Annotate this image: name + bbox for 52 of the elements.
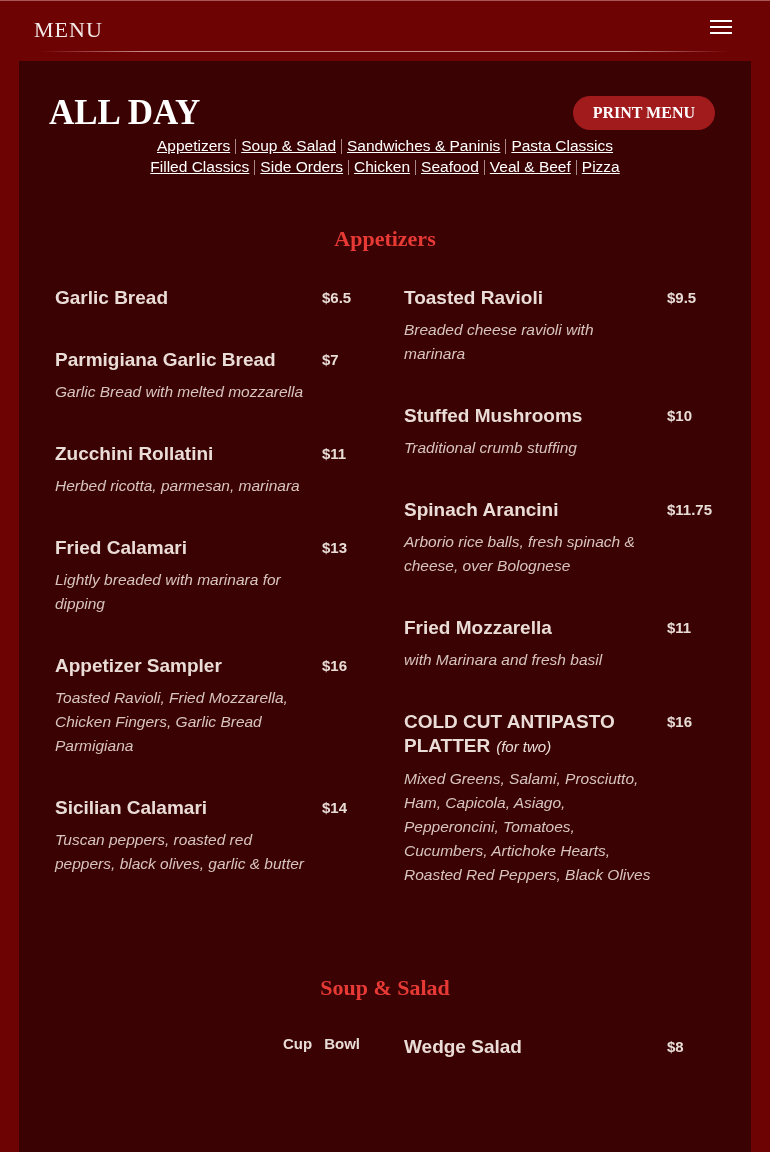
item-price: $7 <box>322 350 340 370</box>
page-title: ALL DAY <box>49 93 201 133</box>
category-link[interactable]: Side Orders <box>260 158 344 176</box>
size-header: Bowl <box>324 1035 360 1052</box>
item-price: $6.5 <box>322 288 353 308</box>
item-price: $13 <box>322 538 349 558</box>
item-price: $14 <box>322 798 349 818</box>
item-price: $11 <box>322 444 348 464</box>
item-description: Herbed ricotta, parmesan, marinara <box>55 476 301 496</box>
section-title: Appetizers <box>333 226 437 252</box>
item-name: Parmigiana Garlic Bread <box>55 349 276 370</box>
item-price: $10 <box>667 406 694 426</box>
item-price: $16 <box>322 656 349 676</box>
category-link[interactable]: Sandwiches & Paninis <box>347 137 501 155</box>
item-description: Breaded cheese ravioli with marinara <box>404 320 595 364</box>
item-description: Mixed Greens, Salami, Prosciutto, Ham, Capicola, Asiago, Pepperoncini, Tomatoes, Cucumbers, Artichoke Hearts, Roasted Red Peppers, Black Olives <box>404 769 652 885</box>
item-name: Stuffed Mushrooms <box>404 405 583 426</box>
item-name: Fried Calamari <box>55 537 187 558</box>
menu-icon[interactable] <box>710 20 732 34</box>
category-link[interactable]: Soup & Salad <box>241 137 336 155</box>
item-name: Spinach Arancini <box>404 499 559 520</box>
section-title: Soup & Salad <box>319 975 451 1001</box>
item-description: Arborio rice balls, fresh spinach & cheese, over Bolognese <box>404 532 636 576</box>
item-price: $9.5 <box>667 288 698 308</box>
header-title: MENU <box>34 17 103 43</box>
category-link[interactable]: Appetizers <box>156 137 231 155</box>
category-link[interactable]: Veal & Beef <box>489 158 571 176</box>
item-name: COLD CUT ANTIPASTO PLATTER (for two) <box>404 711 615 756</box>
item-name: Wedge Salad <box>404 1036 522 1057</box>
category-link[interactable]: Pizza <box>581 158 620 176</box>
item-price: $16 <box>667 712 694 732</box>
item-description: Lightly breaded with marinara for dipping <box>55 570 282 614</box>
item-description: Toasted Ravioli, Fried Mozzarella, Chicken Fingers, Garlic Bread Parmigiana <box>55 688 289 756</box>
item-price: $11.75 <box>667 500 714 520</box>
item-description: Garlic Bread with melted mozzarella <box>55 382 305 402</box>
item-name: Toasted Ravioli <box>404 287 543 308</box>
print-menu-button[interactable]: PRINT MENU <box>572 96 715 130</box>
item-description: Tuscan peppers, roasted red peppers, black olives, garlic & butter <box>55 830 306 874</box>
item-name: Sicilian Calamari <box>55 797 208 818</box>
size-header: Cup <box>283 1035 313 1052</box>
item-description: with Marinara and fresh basil <box>404 650 604 670</box>
category-link[interactable]: Chicken <box>354 158 411 176</box>
item-name: Appetizer Sampler <box>55 655 222 676</box>
item-name: Garlic Bread <box>55 287 168 308</box>
item-price: $8 <box>667 1037 685 1057</box>
item-price: $11 <box>667 618 693 638</box>
item-description: Traditional crumb stuffing <box>404 438 578 458</box>
category-link[interactable]: Filled Classics <box>150 158 250 176</box>
category-link[interactable]: Pasta Classics <box>511 137 614 155</box>
item-name: Zucchini Rollatini <box>55 443 214 464</box>
item-name: Fried Mozzarella <box>404 617 552 638</box>
category-link[interactable]: Seafood <box>421 158 479 176</box>
